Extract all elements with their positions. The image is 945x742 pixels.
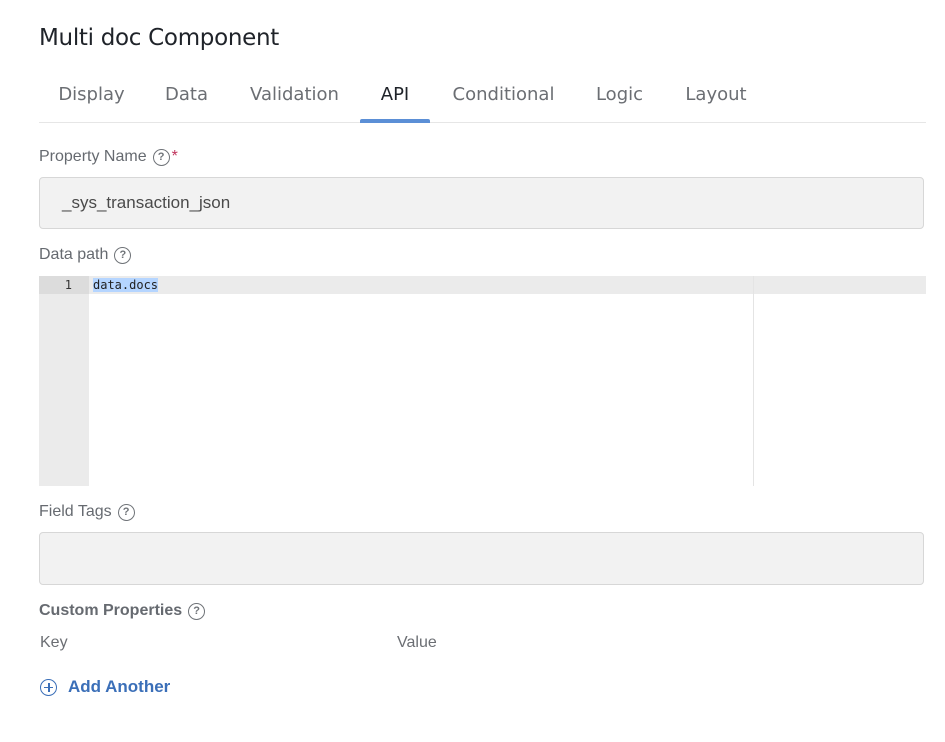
property-name-label-text: Property Name [39,148,147,165]
help-icon[interactable]: ? [117,503,135,521]
tab-conditional[interactable]: Conditional [430,74,577,122]
plus-circle-icon [40,678,57,696]
custom-properties-label-text: Custom Properties [39,602,183,619]
tab-layout[interactable]: Layout [662,74,770,122]
add-another-button[interactable]: Add Another [40,677,170,697]
tab-data[interactable]: Data [144,74,229,122]
help-icon[interactable]: ? [188,602,206,620]
data-path-label: Data path ? [39,246,132,264]
field-tags-input[interactable] [39,532,924,585]
tab-api[interactable]: API [360,74,430,123]
tab-validation[interactable]: Validation [229,74,360,122]
custom-properties-label: Custom Properties ? [39,602,206,620]
data-path-label-text: Data path [39,246,109,263]
editor-code-line[interactable]: data.docs [93,276,159,294]
add-another-label: Add Another [68,677,171,696]
key-column-header: Key [40,634,68,651]
editor-active-line [89,276,926,294]
value-column-header: Value [397,634,437,651]
tab-display[interactable]: Display [39,74,144,122]
tab-bar: Display Data Validation API Conditional … [39,74,926,123]
field-tags-label-text: Field Tags [39,503,112,520]
tab-logic[interactable]: Logic [577,74,662,122]
selected-code-text: data.docs [93,278,159,292]
property-name-label: Property Name ? * [39,148,178,166]
line-number: 1 [39,276,89,294]
editor-print-margin [753,276,754,486]
help-icon[interactable]: ? [114,246,132,264]
required-mark: * [171,148,178,165]
property-name-input[interactable]: _sys_transaction_json [39,177,924,229]
help-icon[interactable]: ? [152,148,170,166]
field-tags-label: Field Tags ? [39,503,135,521]
editor-gutter: 1 [39,276,89,486]
page-title: Multi doc Component [39,25,279,51]
data-path-code-editor[interactable]: 1 data.docs [39,276,926,486]
